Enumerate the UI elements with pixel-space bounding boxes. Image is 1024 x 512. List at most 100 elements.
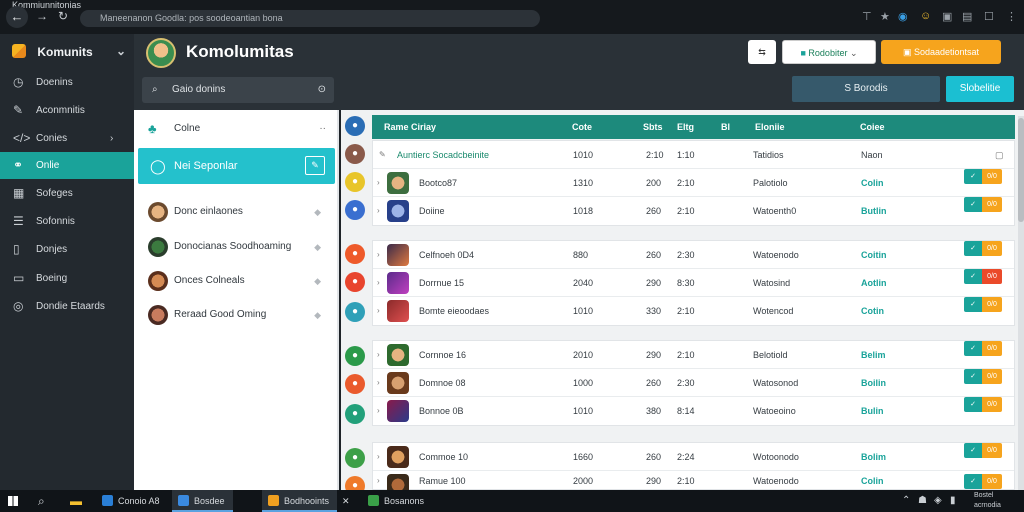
user-ring-icon[interactable]: ● <box>345 200 365 220</box>
user-ring-icon[interactable]: ● <box>345 404 365 424</box>
volume-icon[interactable]: ◈ <box>934 490 942 512</box>
more-icon[interactable]: ·· <box>319 114 326 144</box>
table-row[interactable]: › Commoe 10 1660 260 2:24 Wotoonodo Bolim ✓ 0/0 <box>373 443 1014 471</box>
status-badge[interactable]: ✓ 0/0 <box>964 474 1002 489</box>
pin-icon[interactable]: ◆ <box>314 233 321 261</box>
arrow-right-icon[interactable]: → <box>36 9 48 23</box>
status-badge[interactable]: ✓ 0/0 <box>964 197 1002 212</box>
chevron-right-icon[interactable]: › <box>377 471 380 491</box>
battery-icon[interactable]: ▮ <box>950 490 956 512</box>
user-ring-icon[interactable]: ● <box>345 272 365 292</box>
taskbar-app-active[interactable]: Bodhooints <box>262 490 338 512</box>
pin-icon[interactable]: ◆ <box>314 267 321 295</box>
chevron-right-icon[interactable]: › <box>377 169 380 197</box>
user-ring-icon[interactable]: ● <box>345 374 365 394</box>
bookmark-icon[interactable]: ★ <box>880 10 890 23</box>
user-ring-icon[interactable]: ● <box>345 116 365 136</box>
panel-item-active[interactable]: ◯ Nei Seponlar ✎ <box>138 148 335 184</box>
clear-icon[interactable]: ⊙ <box>318 77 326 103</box>
status-badge[interactable]: ✓ 0/0 <box>964 241 1002 256</box>
status-badge[interactable]: ✓ 0/0 <box>964 269 1002 284</box>
menu-icon[interactable]: ⋮ <box>1006 10 1017 23</box>
sidebar-item-6[interactable]: ▯ Donjes <box>0 236 134 263</box>
taskbar-app-active[interactable]: Bosdee <box>172 490 233 512</box>
scrollbar-thumb[interactable] <box>1018 118 1024 222</box>
sidebar-item-7[interactable]: ▭ Boeing <box>0 265 134 292</box>
table-row[interactable]: › Domnoe 08 1000 260 2:30 Watosonod Boilin ✓ 0/0 <box>373 369 1014 397</box>
status-badge[interactable]: ✓ 0/0 <box>964 397 1002 412</box>
chevron-right-icon[interactable]: › <box>377 443 380 471</box>
chevron-right-icon[interactable]: › <box>377 397 380 425</box>
vertical-scrollbar[interactable] <box>1018 116 1024 490</box>
taskbar-app[interactable]: Conoio A8 <box>96 490 168 512</box>
user-ring-icon[interactable]: ● <box>345 172 365 192</box>
chevron-right-icon[interactable]: › <box>377 341 380 369</box>
chevron-right-icon[interactable]: › <box>377 269 380 297</box>
rodobiter-button[interactable]: ■ Rodobiter ⌄ <box>782 40 876 64</box>
status-badge[interactable]: ✓ 0/0 <box>964 297 1002 312</box>
chevron-right-icon[interactable]: › <box>377 241 380 269</box>
sidebar-item-4[interactable]: ▦ Sofeges <box>0 180 134 207</box>
chevron-down-icon[interactable]: ⌄ <box>116 44 126 58</box>
image-icon[interactable]: ▤ <box>962 10 972 23</box>
orange-action-button[interactable]: ▣ Sodaadetiontsat <box>881 40 1001 64</box>
sidebar-item-0[interactable]: ◷ Doenins <box>0 69 134 96</box>
folder-icon[interactable]: ▬ <box>70 490 82 512</box>
panel-header[interactable]: ♣ Colne ·· <box>138 114 336 144</box>
borodis-button[interactable]: S Borodis <box>792 76 940 102</box>
table-row[interactable]: › Bootco87 1310 200 2:10 Palotiolo Colin ✓ 0/0 <box>373 169 1014 197</box>
table-row[interactable]: › Bomte eieoodaes 1010 330 2:10 Wotencod Cotin… <box>373 297 1014 325</box>
table-row[interactable]: › Ramue 100 2000 290 2:10 Watoenodo Colin ✓ 0/0 <box>373 471 1014 491</box>
sidebar-item-5[interactable]: ☰ Sofonnis <box>0 208 134 235</box>
table-row[interactable]: › Cornnoe 16 2010 290 2:10 Belotiold Belim ✓ 0/0 <box>373 341 1014 369</box>
sidebar-item-2[interactable]: </> Conies › <box>0 125 134 152</box>
search-icon[interactable]: ⌕ <box>38 490 45 512</box>
square-icon[interactable]: ▢ <box>995 141 1004 169</box>
close-icon[interactable]: ✕ <box>342 490 350 512</box>
column-header[interactable]: Sbts <box>643 115 663 139</box>
table-row[interactable]: › Doiine 1018 260 2:10 Watoenth0 Butlin ✓ 0/0 <box>373 197 1014 225</box>
network-icon[interactable]: ☗ <box>918 490 927 512</box>
extension-icon[interactable]: ◉ <box>898 10 908 23</box>
sidebar-item-3[interactable]: ⚭ Onlie <box>0 152 134 179</box>
search-input[interactable]: ⌕ Gaio donins ⊙ <box>142 77 334 103</box>
table-row[interactable]: › Dorrnue 15 2040 290 8:30 Watosind Aotlin ✓ 0/0 <box>373 269 1014 297</box>
table-row[interactable]: › Bonnoe 0B 1010 380 8:14 Watoeoino Bulin ✓ 0/0 <box>373 397 1014 425</box>
user-ring-icon[interactable]: ● <box>345 244 365 264</box>
edit-icon[interactable]: ✎ <box>379 141 386 169</box>
edit-icon[interactable]: ✎ <box>305 156 325 175</box>
table-row[interactable]: ✎ Auntierc Socadcbeinite 1010 2:10 1:10 … <box>373 141 1014 169</box>
windows-start-icon[interactable] <box>8 496 18 506</box>
panel-item[interactable]: Donc einlaones ◆ <box>138 198 335 226</box>
column-header[interactable]: Bl <box>721 115 730 139</box>
column-header[interactable]: Coiee <box>860 115 885 139</box>
pin-icon[interactable]: ⊤ <box>862 10 872 23</box>
clock[interactable]: Bostel acrnodia <box>974 491 1001 511</box>
user-ring-icon[interactable]: ● <box>345 302 365 322</box>
puzzle-icon[interactable]: ▣ <box>942 10 952 23</box>
user-ring-icon[interactable]: ● <box>345 144 365 164</box>
chevron-right-icon[interactable]: › <box>377 197 380 225</box>
swap-icon[interactable]: ⇆ <box>748 40 776 64</box>
status-badge[interactable]: ✓ 0/0 <box>964 169 1002 184</box>
emoji-icon[interactable]: ☺ <box>920 10 931 22</box>
address-bar[interactable]: Maneenanon Goodla: pos soodeoantian bona <box>80 10 540 27</box>
slobelitie-button[interactable]: Slobelitie <box>946 76 1014 102</box>
table-row[interactable]: › Celfnoeh 0D4 880 260 2:30 Watoenodo Coitin ✓ 0… <box>373 241 1014 269</box>
taskbar-app[interactable]: Bosanons <box>362 490 432 512</box>
status-badge[interactable]: ✓ 0/0 <box>964 443 1002 458</box>
panel-item[interactable]: Reraad Good Oming ◆ <box>138 301 335 329</box>
chat-icon[interactable]: ☐ <box>984 10 994 23</box>
column-header[interactable]: Eltg <box>677 115 694 139</box>
pin-icon[interactable]: ◆ <box>314 198 321 226</box>
arrow-left-icon[interactable]: ← <box>6 6 28 28</box>
chevron-up-icon[interactable]: ⌃ <box>902 490 910 512</box>
refresh-icon[interactable]: ↻ <box>58 9 68 23</box>
panel-item[interactable]: Onces Colneals ◆ <box>138 267 335 295</box>
sidebar-item-8[interactable]: ◎ Dondie Etaards <box>0 293 134 320</box>
sidebar-brand[interactable]: Komunits ⌄ <box>12 44 126 59</box>
status-badge[interactable]: ✓ 0/0 <box>964 369 1002 384</box>
status-badge[interactable]: ✓ 0/0 <box>964 341 1002 356</box>
sidebar-item-1[interactable]: ✎ Aconmnitis <box>0 97 134 124</box>
column-header[interactable]: Cote <box>572 115 592 139</box>
